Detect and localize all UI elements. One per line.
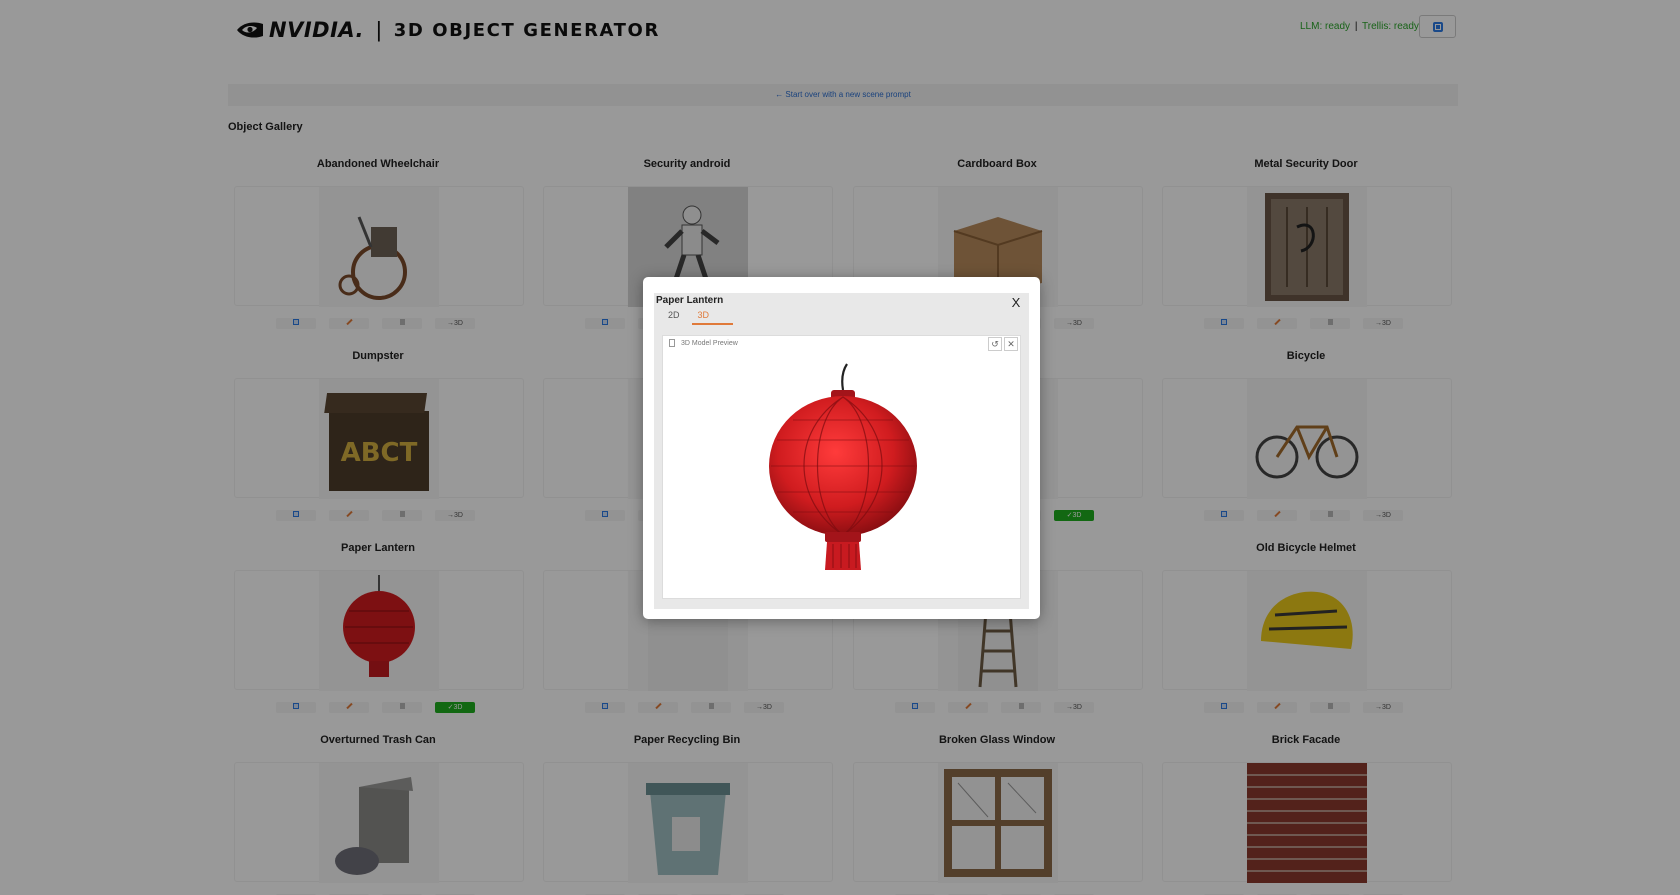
- modal-title: Paper Lantern: [656, 295, 724, 306]
- preview-controls: ↺ ✕: [986, 337, 1018, 351]
- document-icon: [669, 339, 675, 347]
- modal-body: Paper Lantern X 2D 3D 3D Model Preview ↺…: [654, 293, 1029, 609]
- object-preview-modal: Paper Lantern X 2D 3D 3D Model Preview ↺…: [643, 277, 1040, 619]
- lantern-3d-model[interactable]: [763, 360, 923, 576]
- preview-label: 3D Model Preview: [681, 339, 738, 347]
- modal-tabs: 2D 3D: [662, 309, 733, 325]
- modal-close-button[interactable]: X: [1009, 295, 1023, 311]
- preview-header: 3D Model Preview: [669, 339, 738, 347]
- tab-3d[interactable]: 3D: [691, 309, 733, 325]
- close-preview-icon[interactable]: ✕: [1004, 337, 1018, 351]
- tab-2d[interactable]: 2D: [662, 309, 686, 325]
- reset-view-icon[interactable]: ↺: [988, 337, 1002, 351]
- model-preview-panel[interactable]: 3D Model Preview ↺ ✕: [662, 335, 1021, 599]
